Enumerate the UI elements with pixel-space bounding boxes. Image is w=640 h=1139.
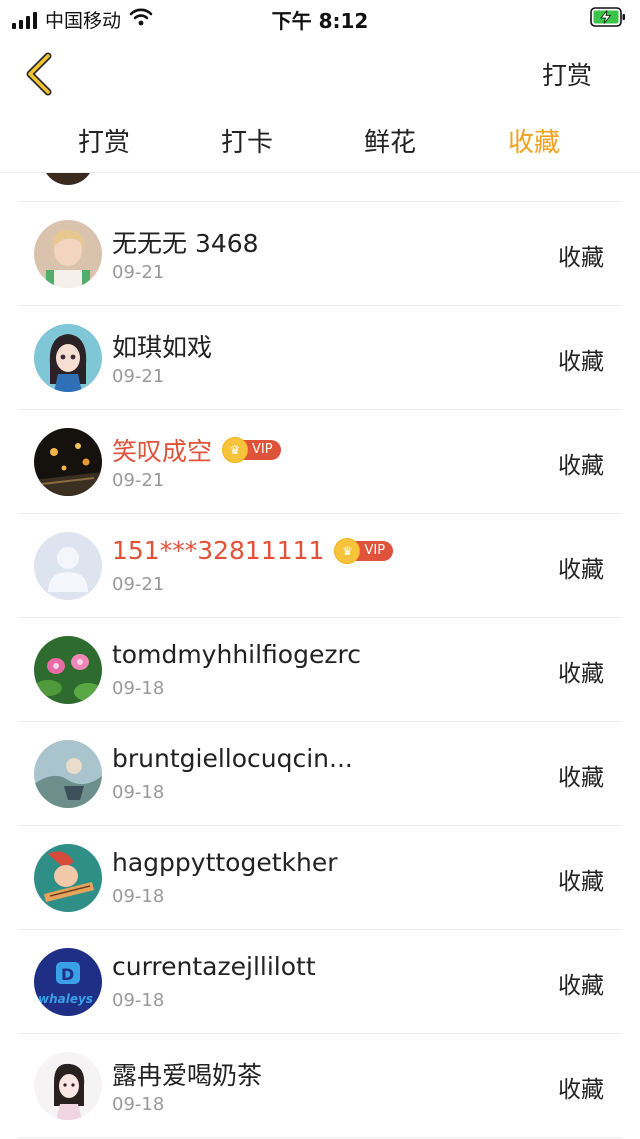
- user-name: 无无无 3468: [112, 229, 259, 258]
- tab-checkin[interactable]: 打卡: [221, 122, 273, 159]
- chevron-left-icon: [26, 52, 52, 96]
- item-date: 09-18: [112, 782, 165, 803]
- list-item[interactable]: 无无无 3468 09-21 收藏: [18, 202, 622, 306]
- tab-flowers[interactable]: 鲜花: [364, 122, 416, 159]
- favorite-label: 收藏: [558, 1077, 604, 1103]
- item-date: 09-18: [112, 678, 165, 699]
- favorite-label: 收藏: [558, 973, 604, 999]
- name-line: 无无无 3468: [112, 224, 259, 260]
- battery-charging-icon: [590, 7, 626, 27]
- status-bar: 中国移动 下午 8:12: [0, 0, 640, 36]
- favorite-label: 收藏: [558, 869, 604, 895]
- avatar: [42, 173, 94, 185]
- favorite-label: 收藏: [558, 557, 604, 583]
- name-line: 如琪如戏: [112, 328, 212, 364]
- tab-favorites[interactable]: 收藏: [508, 122, 560, 159]
- user-name: 151***32811111: [112, 536, 325, 565]
- list-item[interactable]: 151***32811111 ♛ VIP 09-21 收藏: [18, 514, 622, 618]
- nav-header: 打赏: [0, 36, 640, 108]
- name-line: 151***32811111 ♛ VIP: [112, 536, 394, 565]
- name-line: currentazejllilott: [112, 952, 316, 981]
- name-line: 露冉爱喝奶茶: [112, 1056, 262, 1092]
- svg-text:D: D: [61, 965, 74, 984]
- list-item[interactable]: 如琪如戏 09-21 收藏: [18, 306, 622, 410]
- list-item[interactable]: tomdmyhhilfiogezrc 09-18 收藏: [18, 618, 622, 722]
- favorite-label: 收藏: [558, 245, 604, 271]
- user-name: currentazejllilott: [112, 952, 316, 981]
- user-name: 如琪如戏: [112, 333, 213, 362]
- crown-icon: ♛: [222, 437, 249, 463]
- item-date: 09-18: [112, 990, 165, 1011]
- list-item[interactable]: 笑叹成空 ♛ VIP 09-21 收藏: [18, 410, 622, 514]
- favorite-label: 收藏: [558, 453, 604, 479]
- avatar: D whaleys: [34, 948, 102, 1016]
- avatar: [34, 740, 102, 808]
- user-name: tomdmyhhilfiogezrc: [112, 640, 361, 669]
- user-name: 笑叹成空: [112, 437, 213, 466]
- reward-button[interactable]: 打赏: [542, 56, 592, 92]
- user-name: bruntgiellocuqcin...: [112, 744, 353, 773]
- item-date: 09-18: [112, 1094, 165, 1115]
- avatar: [34, 532, 102, 600]
- whaleys-logo: whaleys: [38, 992, 93, 1006]
- favorite-label: 收藏: [558, 661, 604, 687]
- crown-icon: ♛: [334, 537, 361, 564]
- name-line: bruntgiellocuqcin...: [112, 744, 353, 773]
- avatar: [34, 428, 102, 496]
- vip-badge: ♛ VIP: [334, 537, 394, 564]
- list-item[interactable]: hagppyttogetkher 09-18 收藏: [18, 826, 622, 930]
- favorite-label: 收藏: [558, 349, 604, 375]
- back-button[interactable]: [18, 50, 62, 98]
- item-date: 09-21: [112, 262, 165, 283]
- avatar: [34, 636, 102, 704]
- vip-badge: ♛ VIP: [222, 437, 281, 463]
- avatar: [34, 220, 102, 288]
- default-avatar-icon: [34, 532, 102, 600]
- list-item: [18, 173, 622, 202]
- avatar: [34, 324, 102, 392]
- user-name: hagppyttogetkher: [112, 848, 338, 877]
- name-line: hagppyttogetkher: [112, 848, 338, 877]
- avatar: [34, 844, 102, 912]
- tab-bar: 打赏 打卡 鲜花 收藏: [0, 108, 640, 173]
- item-date: 09-21: [112, 470, 165, 491]
- item-date: 09-21: [112, 574, 165, 595]
- item-date: 09-18: [112, 886, 165, 907]
- status-time: 下午 8:12: [271, 9, 369, 33]
- avatar: [34, 1052, 102, 1120]
- list-item[interactable]: 露冉爱喝奶茶 09-18 收藏: [18, 1034, 622, 1138]
- favorites-list: 无无无 3468 09-21 收藏 如琪如戏 09-21 收藏 笑叹成空 ♛ V…: [0, 173, 640, 1139]
- item-date: 09-21: [112, 366, 165, 387]
- name-line: 笑叹成空 ♛ VIP: [112, 432, 281, 468]
- list-item[interactable]: bruntgiellocuqcin... 09-18 收藏: [18, 722, 622, 826]
- name-line: tomdmyhhilfiogezrc: [112, 640, 361, 669]
- tab-reward[interactable]: 打赏: [78, 122, 130, 159]
- user-name: 露冉爱喝奶茶: [112, 1061, 263, 1090]
- list-item[interactable]: D whaleys currentazejllilott 09-18 收藏: [18, 930, 622, 1034]
- favorite-label: 收藏: [558, 765, 604, 791]
